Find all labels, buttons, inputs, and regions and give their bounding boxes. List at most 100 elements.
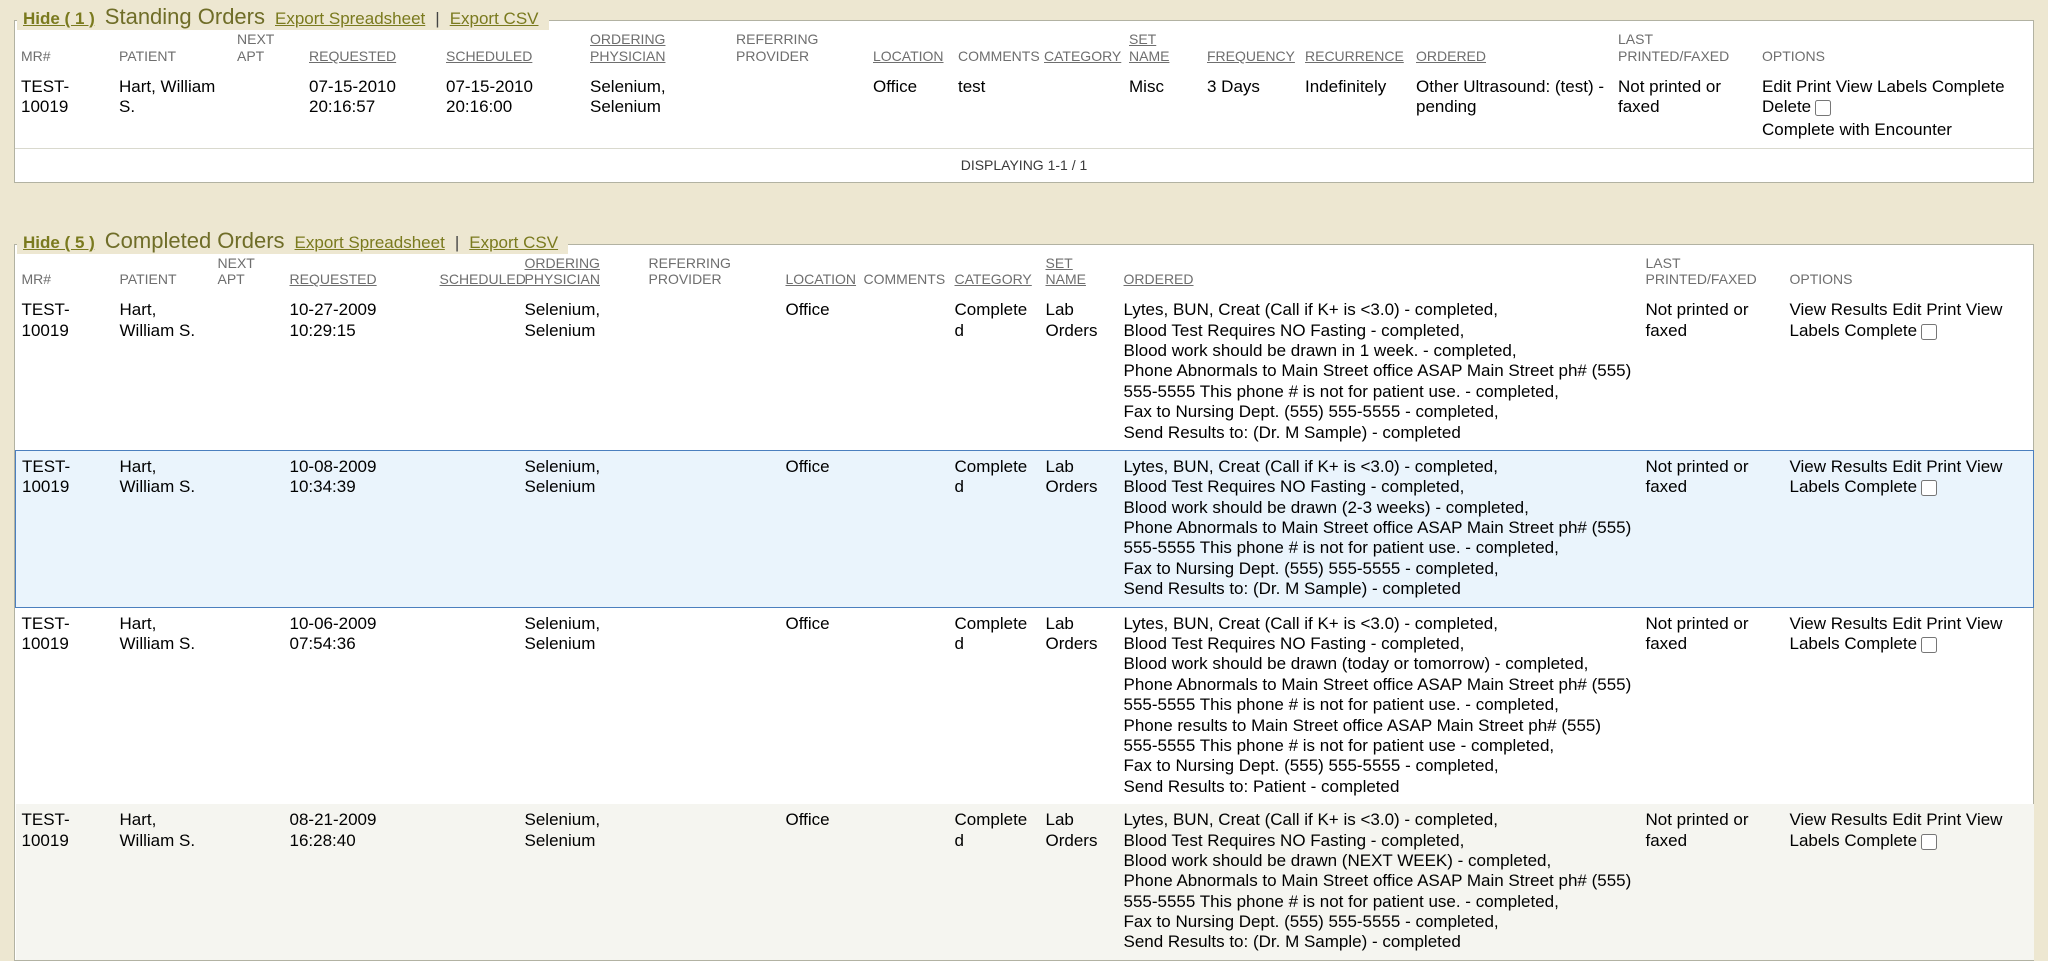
ordered-item: Blood Test Requires NO Fasting - complet… [1124,477,1632,497]
cell-set-name: Lab Orders [1040,607,1118,804]
cell-referring-provider [643,450,780,607]
standing-orders-hide-link[interactable]: Hide ( 1 ) [23,9,95,29]
paging-status: DISPLAYING 1-1 / 1 [15,148,2033,181]
cell-scheduled: 07-15-2010 20:16:00 [440,71,584,149]
col-category[interactable]: CATEGORY [949,245,1040,295]
ordered-item: Phone Abnormals to Main Street office AS… [1124,871,1632,912]
order-select-checkbox[interactable] [1921,480,1937,496]
col-set-name[interactable]: SET NAME [1040,245,1118,295]
ordered-item: Phone results to Main Street office ASAP… [1124,716,1632,757]
completed-order-row: TEST-10019 Hart, William S. 10-06-2009 0… [16,607,2034,804]
col-category[interactable]: CATEGORY [1038,21,1123,71]
cell-last-printed: Not printed or faxed [1640,804,1784,960]
cell-frequency: 3 Days [1201,71,1299,149]
ordered-item: Phone Abnormals to Main Street office AS… [1124,518,1632,559]
cell-comments [858,450,949,607]
complete-with-encounter-link[interactable]: Complete with Encounter [1762,120,2025,140]
cell-next-apt [212,804,284,960]
col-frequency[interactable]: FREQUENCY [1201,21,1299,71]
cell-category [1038,71,1123,149]
cell-options: View Results Edit Print View Labels Comp… [1784,607,2034,804]
edit-link[interactable]: Edit [1892,300,1921,319]
cell-ordered: Lytes, BUN, Creat (Call if K+ is <3.0) -… [1118,450,1640,607]
edit-link[interactable]: Edit [1762,77,1791,96]
col-last-printed: LAST PRINTED/FAXED [1612,21,1756,71]
cell-mr: TEST-10019 [16,607,114,804]
order-select-checkbox[interactable] [1815,100,1831,116]
view-results-link[interactable]: View Results [1790,810,1888,829]
cell-location: Office [780,607,858,804]
col-location[interactable]: LOCATION [867,21,952,71]
completed-orders-title: Completed Orders [105,228,285,254]
print-link[interactable]: Print [1926,614,1961,633]
complete-link[interactable]: Complete [1844,831,1917,850]
cell-set-name: Misc [1123,71,1201,149]
col-ordering-physician[interactable]: ORDERING PHYSICIAN [584,21,730,71]
col-comments: COMMENTS [858,245,949,295]
cell-category: Completed [949,804,1040,960]
print-link[interactable]: Print [1926,300,1961,319]
cell-ordering-physician: Selenium, Selenium [519,804,643,960]
edit-link[interactable]: Edit [1892,457,1921,476]
col-set-name[interactable]: SET NAME [1123,21,1201,71]
print-link[interactable]: Print [1926,457,1961,476]
edit-link[interactable]: Edit [1892,614,1921,633]
view-results-link[interactable]: View Results [1790,300,1888,319]
legend-separator: | [455,233,459,253]
order-select-checkbox[interactable] [1921,637,1937,653]
standing-orders-export-spreadsheet-link[interactable]: Export Spreadsheet [275,9,425,29]
cell-requested: 10-06-2009 07:54:36 [284,607,434,804]
cell-requested: 08-21-2009 16:28:40 [284,804,434,960]
cell-requested: 10-27-2009 10:29:15 [284,294,434,450]
cell-patient: Hart, William S. [113,71,231,149]
delete-link[interactable]: Delete [1762,97,1811,116]
col-referring-provider: REFERRING PROVIDER [730,21,867,71]
print-link[interactable]: Print [1926,810,1961,829]
col-location[interactable]: LOCATION [780,245,858,295]
col-options: OPTIONS [1784,245,2034,295]
standing-orders-export-csv-link[interactable]: Export CSV [450,9,539,29]
col-ordered[interactable]: ORDERED [1118,245,1640,295]
cell-category: Completed [949,294,1040,450]
print-link[interactable]: Print [1796,77,1831,96]
cell-set-name: Lab Orders [1040,450,1118,607]
complete-link[interactable]: Complete [1844,321,1917,340]
completed-orders-hide-link[interactable]: Hide ( 5 ) [23,233,95,253]
ordered-item: Blood work should be drawn (2-3 weeks) -… [1124,498,1632,518]
standing-orders-table: MR# PATIENT NEXT APT REQUESTED SCHEDULED… [15,21,2033,182]
order-select-checkbox[interactable] [1921,834,1937,850]
completed-order-row-selected: TEST-10019 Hart, William S. 10-08-2009 1… [16,450,2034,607]
cell-ordering-physician: Selenium, Selenium [519,450,643,607]
cell-options: View Results Edit Print View Labels Comp… [1784,450,2034,607]
cell-options: Edit Print View Labels Complete Delete C… [1756,71,2033,149]
ordered-item: Lytes, BUN, Creat (Call if K+ is <3.0) -… [1124,457,1632,477]
cell-ordering-physician: Selenium, Selenium [584,71,730,149]
complete-link[interactable]: Complete [1932,77,2005,96]
cell-requested: 07-15-2010 20:16:57 [303,71,440,149]
view-results-link[interactable]: View Results [1790,614,1888,633]
cell-location: Office [867,71,952,149]
edit-link[interactable]: Edit [1892,810,1921,829]
complete-link[interactable]: Complete [1844,634,1917,653]
completed-orders-export-spreadsheet-link[interactable]: Export Spreadsheet [295,233,445,253]
legend-separator: | [435,9,439,29]
order-select-checkbox[interactable] [1921,324,1937,340]
ordered-item: Blood Test Requires NO Fasting - complet… [1124,831,1632,851]
cell-mr: TEST-10019 [16,804,114,960]
ordered-item: Fax to Nursing Dept. (555) 555-5555 - co… [1124,756,1632,776]
col-recurrence[interactable]: RECURRENCE [1299,21,1410,71]
cell-category: Completed [949,450,1040,607]
cell-mr: TEST-10019 [16,294,114,450]
col-ordered[interactable]: ORDERED [1410,21,1612,71]
view-labels-link[interactable]: View Labels [1836,77,1927,96]
cell-location: Office [780,450,858,607]
cell-location: Office [780,804,858,960]
complete-link[interactable]: Complete [1844,477,1917,496]
ordered-item: Fax to Nursing Dept. (555) 555-5555 - co… [1124,912,1632,932]
col-last-printed: LAST PRINTED/FAXED [1640,245,1784,295]
completed-orders-section: Hide ( 5 ) Completed Orders Export Sprea… [14,244,2034,961]
completed-orders-export-csv-link[interactable]: Export CSV [469,233,558,253]
view-results-link[interactable]: View Results [1790,457,1888,476]
ordered-item: Phone Abnormals to Main Street office AS… [1124,361,1632,402]
ordered-item: Fax to Nursing Dept. (555) 555-5555 - co… [1124,559,1632,579]
